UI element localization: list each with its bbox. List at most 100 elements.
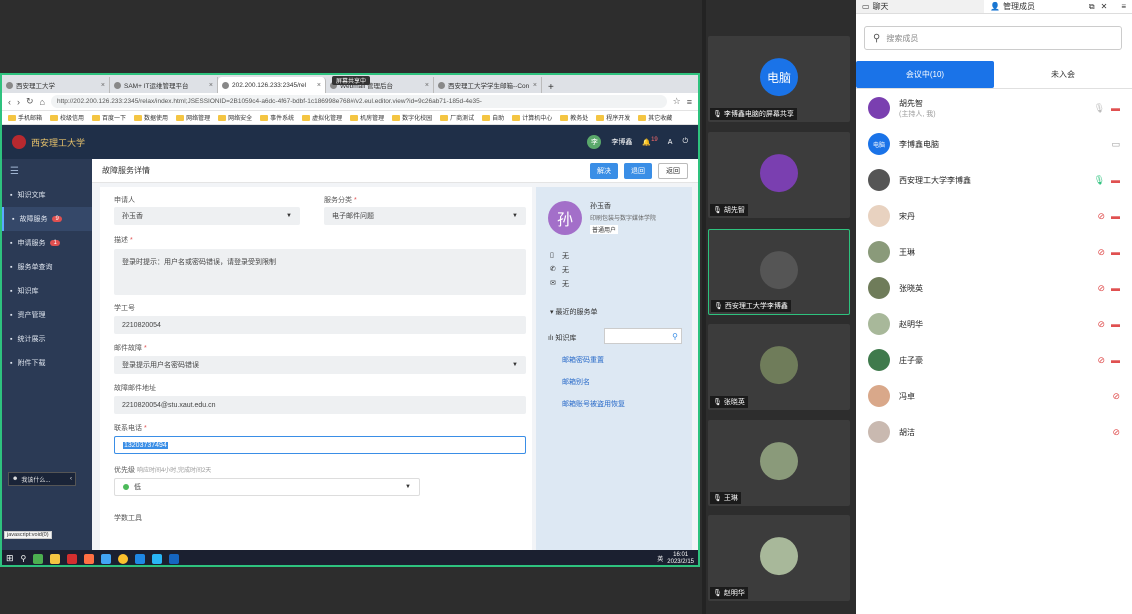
search-icon[interactable]: ⚲ xyxy=(21,554,27,563)
camera-off-icon[interactable]: ▬ xyxy=(1111,211,1120,221)
browser-tab[interactable]: 西安理工大学学生邮箱--Con × xyxy=(434,77,542,93)
member-row[interactable]: 西安理工大学李博鑫 🎙 ▬ xyxy=(856,162,1132,198)
sidebar-item[interactable]: ▪ 故障服务 9 xyxy=(2,207,92,231)
sidebar-item[interactable]: ▪ 申请服务 1 xyxy=(2,231,92,255)
close-icon[interactable]: × xyxy=(317,82,321,89)
search-icon[interactable]: ⚲ xyxy=(672,332,678,341)
camera-off-icon[interactable]: ▬ xyxy=(1111,319,1120,329)
chrome-icon[interactable] xyxy=(118,553,129,564)
mic-muted-icon[interactable]: ⊘ xyxy=(1097,355,1105,366)
bookmark-item[interactable]: 程序开发 xyxy=(596,113,630,122)
kb-link[interactable]: 邮箱密码重置 xyxy=(562,355,625,377)
tab-not-joined[interactable]: 未入会 xyxy=(994,61,1132,88)
font-size-icon[interactable]: A xyxy=(668,139,673,146)
member-row[interactable]: 胡洁 ⊘ xyxy=(856,414,1132,450)
camera-off-icon[interactable]: ▬ xyxy=(1111,247,1120,257)
bookmark-item[interactable]: 数字化校园 xyxy=(392,113,432,122)
applicant-select[interactable]: 孙玉香 ▼ xyxy=(114,207,300,225)
mic-icon[interactable]: 🎙 xyxy=(1094,103,1105,114)
close-icon[interactable]: × xyxy=(425,82,429,89)
return-button[interactable]: 返回 xyxy=(658,162,688,179)
sidebar-toggle[interactable]: ☰ xyxy=(2,159,92,183)
camera-off-icon[interactable]: ▬ xyxy=(1111,103,1120,113)
member-row[interactable]: 张晓英 ⊘ ▬ xyxy=(856,270,1132,306)
bookmark-item[interactable]: 网络安全 xyxy=(218,113,252,122)
user-name[interactable]: 李博鑫 xyxy=(611,137,632,147)
browser-tab[interactable]: SAM+ IT运维管理平台 × xyxy=(110,77,218,93)
bookmark-item[interactable]: 厂商测试 xyxy=(440,113,474,122)
mic-muted-icon[interactable]: ⊘ xyxy=(1097,247,1105,258)
browser-tab[interactable]: 西安理工大学 × xyxy=(2,77,110,93)
priority-select[interactable]: 低 ▼ xyxy=(114,478,420,496)
resolve-button[interactable]: 解决 xyxy=(590,162,618,179)
close-icon[interactable]: × xyxy=(533,82,537,89)
folder-icon[interactable] xyxy=(50,553,61,564)
menu-icon[interactable]: ≡ xyxy=(687,97,692,107)
tab-in-meeting[interactable]: 会议中(10) xyxy=(856,61,994,88)
tab-members[interactable]: 👤 管理成员 xyxy=(984,0,1041,13)
video-tile[interactable]: 🎙 张晓英 xyxy=(708,324,850,410)
app-icon[interactable] xyxy=(152,553,163,564)
sidebar-item[interactable]: ▪ 知识文库 xyxy=(2,183,92,207)
kb-link[interactable]: 邮箱别名 xyxy=(562,377,625,399)
bookmark-item[interactable]: 教务处 xyxy=(560,113,588,122)
bookmark-item[interactable]: 自助 xyxy=(482,113,504,122)
assistant-chip[interactable]: ☻ 我该什么... ‹ xyxy=(8,472,76,486)
reload-icon[interactable]: ↻ xyxy=(26,96,34,107)
camera-off-icon[interactable]: ▬ xyxy=(1111,355,1120,365)
new-tab-icon[interactable]: + xyxy=(542,82,560,93)
mic-muted-icon[interactable]: ⊘ xyxy=(1097,319,1105,330)
back-icon[interactable]: ‹ xyxy=(8,97,11,107)
ime-indicator[interactable]: 英 xyxy=(657,554,663,563)
sidebar-item[interactable]: ▪ 服务单查询 xyxy=(2,255,92,279)
member-row[interactable]: 胡先智 (主持人, 我) 🎙 ▬ xyxy=(856,90,1132,126)
power-icon[interactable]: ⏻ xyxy=(682,138,688,146)
app-icon[interactable] xyxy=(84,553,95,564)
close-icon[interactable]: × xyxy=(101,82,105,89)
url-field[interactable]: http://202.200.126.233:2345/relax/index.… xyxy=(50,95,667,108)
sidebar-item[interactable]: ▪ 统计展示 xyxy=(2,327,92,351)
popout-icon[interactable]: ⧉ xyxy=(1089,2,1095,12)
video-tile[interactable]: 🎙 胡先智 xyxy=(708,132,850,218)
description-textarea[interactable]: 登录时提示：用户名或密码错误，请登录受到限制 xyxy=(114,249,526,295)
star-icon[interactable]: ☆ xyxy=(673,96,681,107)
phone-input[interactable]: 13203737494 xyxy=(114,436,526,454)
member-row[interactable]: 宋丹 ⊘ ▬ xyxy=(856,198,1132,234)
mic-muted-icon[interactable]: ⊘ xyxy=(1112,427,1120,438)
kb-search-input[interactable]: ⚲ xyxy=(604,328,682,344)
word-icon[interactable] xyxy=(169,553,180,564)
fault-select[interactable]: 登录提示用户名密码错误 ▼ xyxy=(114,356,526,374)
bookmark-item[interactable]: 网络管理 xyxy=(176,113,210,122)
chevron-left-icon[interactable]: ‹ xyxy=(70,476,72,482)
send-back-button[interactable]: 退回 xyxy=(624,162,652,179)
close-icon[interactable]: × xyxy=(209,82,213,89)
mic-on-icon[interactable]: 🎙 xyxy=(1094,175,1105,186)
mic-muted-icon[interactable]: ⊘ xyxy=(1112,391,1120,402)
user-avatar[interactable]: 李 xyxy=(587,135,602,149)
camera-off-icon[interactable]: ▬ xyxy=(1111,175,1120,185)
bookmark-item[interactable]: 事件系统 xyxy=(260,113,294,122)
sidebar-item[interactable]: ▪ 知识库 xyxy=(2,279,92,303)
windows-start-icon[interactable]: ⊞ xyxy=(6,553,14,564)
clock[interactable]: 16:01 2023/2/15 xyxy=(667,552,694,566)
member-search-input[interactable]: ⚲ 搜索成员 xyxy=(864,26,1122,50)
panel-divider[interactable] xyxy=(702,0,706,614)
home-icon[interactable]: ⌂ xyxy=(40,97,45,107)
bookmark-item[interactable]: 虚拟化管理 xyxy=(302,113,342,122)
app-icon[interactable] xyxy=(33,553,44,564)
camera-off-icon[interactable]: ▬ xyxy=(1111,283,1120,293)
video-tile[interactable]: 🎙 赵明华 xyxy=(708,515,850,601)
close-icon[interactable]: ✕ xyxy=(1101,2,1108,11)
bookmark-item[interactable]: 计算机中心 xyxy=(512,113,552,122)
kb-link[interactable]: 邮箱账号被盗用恢复 xyxy=(562,399,625,421)
app-icon[interactable] xyxy=(101,553,112,564)
member-row[interactable]: 冯卓 ⊘ xyxy=(856,378,1132,414)
recent-orders-toggle[interactable]: ▾ 最近的服务单 xyxy=(550,307,597,317)
video-tile[interactable]: 🎙 西安理工大学李博鑫 xyxy=(708,229,850,315)
member-row[interactable]: 王琳 ⊘ ▬ xyxy=(856,234,1132,270)
member-row[interactable]: 庄子豪 ⊘ ▬ xyxy=(856,342,1132,378)
mic-muted-icon[interactable]: ⊘ xyxy=(1097,283,1105,294)
meeting-icon[interactable] xyxy=(135,553,146,564)
bell-icon[interactable]: 🔔19 xyxy=(642,137,657,146)
bookmark-item[interactable]: 其它收藏 xyxy=(638,113,672,122)
